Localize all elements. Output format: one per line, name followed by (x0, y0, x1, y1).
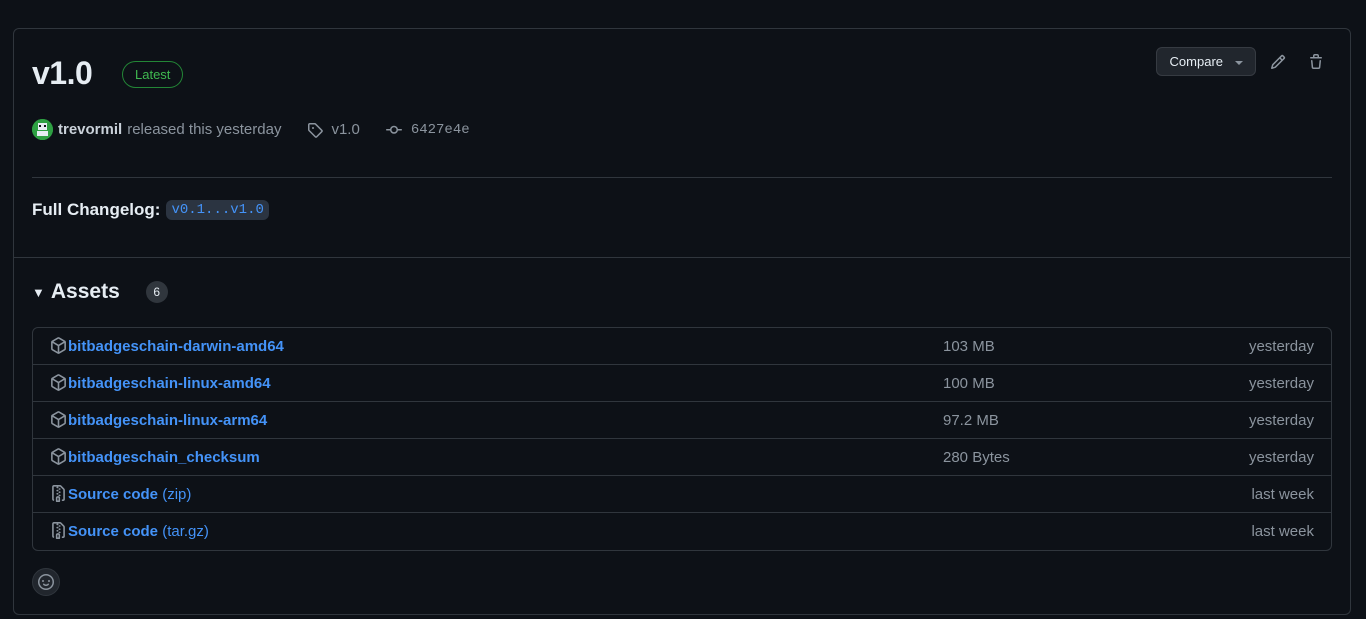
asset-link[interactable]: Source code (tar.gz) (68, 523, 209, 540)
asset-link[interactable]: bitbadgeschain-darwin-amd64 (68, 338, 284, 355)
assets-toggle[interactable]: ▼ Assets 6 (32, 280, 168, 304)
pencil-icon (1270, 54, 1286, 69)
release-actions: Compare (1155, 47, 1332, 76)
asset-format: (tar.gz) (162, 523, 209, 540)
delete-button[interactable] (1300, 47, 1332, 76)
changelog: Full Changelog: v0.1...v1.0 (32, 200, 269, 220)
asset-date: yesterday (1248, 337, 1314, 355)
package-icon (50, 374, 68, 392)
released-text: released this yesterday (127, 121, 282, 138)
edit-button[interactable] (1262, 47, 1294, 76)
changelog-label: Full Changelog (32, 200, 155, 219)
release-card: v1.0 Latest Compare trevormil released t… (13, 28, 1351, 615)
author-link[interactable]: trevormil (58, 121, 122, 138)
asset-name: Source code (68, 523, 159, 540)
tag-link[interactable]: v1.0 (307, 121, 360, 138)
add-reaction-button[interactable] (32, 568, 60, 596)
tag-icon (308, 122, 324, 138)
assets-list: bitbadgeschain-darwin-amd64 103 MB yesterd… (32, 327, 1332, 551)
asset-row: Source code (tar.gz) last week (33, 513, 1331, 550)
asset-date: last week (1251, 485, 1314, 503)
asset-size: 280 Bytes (943, 448, 1010, 466)
smiley-icon (38, 574, 54, 590)
release-meta: trevormil released this yesterday v1.0 6… (32, 119, 470, 140)
avatar[interactable] (32, 119, 53, 140)
commit-link[interactable]: 6427e4e (385, 121, 470, 138)
file-zip-icon (50, 485, 68, 503)
package-icon (50, 337, 68, 355)
asset-row: bitbadgeschain-linux-arm64 97.2 MB yesterd… (33, 402, 1331, 439)
avatar-image-icon (32, 119, 53, 140)
asset-link[interactable]: bitbadgeschain_checksum (68, 449, 260, 466)
asset-name: Source code (68, 485, 159, 503)
release-header: v1.0 Latest Compare trevormil released t… (14, 29, 1350, 258)
asset-name: bitbadgeschain-linux-arm64 (68, 411, 268, 429)
asset-size: 100 MB (943, 374, 995, 392)
release-title[interactable]: v1.0 (32, 55, 93, 92)
compare-button[interactable]: Compare (1155, 47, 1256, 76)
asset-row: bitbadgeschain-darwin-amd64 103 MB yesterd… (33, 328, 1331, 365)
asset-name: bitbadgeschain_checksum (68, 448, 260, 466)
compare-button-label: Compare (1169, 54, 1223, 69)
commit-hash: 6427e4e (410, 121, 470, 138)
asset-date: yesterday (1248, 411, 1314, 429)
package-icon (50, 411, 68, 429)
asset-date: last week (1251, 523, 1314, 540)
chevron-down-icon (1235, 60, 1243, 65)
latest-badge: Latest (122, 61, 184, 88)
asset-date: yesterday (1248, 374, 1314, 392)
git-commit-icon (385, 125, 402, 134)
asset-size: 103 MB (943, 337, 995, 355)
tag-label: v1.0 (331, 121, 360, 138)
file-zip-icon (50, 522, 68, 540)
asset-row: Source code (zip) last week (33, 476, 1331, 513)
asset-row: bitbadgeschain-linux-amd64 100 MB yesterda… (33, 365, 1331, 402)
divider (32, 177, 1332, 178)
asset-link[interactable]: Source code (zip) (68, 486, 191, 503)
asset-link[interactable]: bitbadgeschain-linux-amd64 (68, 375, 271, 392)
asset-format: (zip) (162, 485, 192, 503)
caret-down-icon: ▼ (32, 284, 45, 300)
asset-row: bitbadgeschain_checksum 280 Bytes yesterda… (33, 439, 1331, 476)
asset-name: bitbadgeschain-linux-amd64 (68, 374, 271, 392)
asset-name: bitbadgeschain-darwin-amd64 (68, 337, 284, 355)
changelog-separator: : (154, 200, 161, 219)
assets-title: Assets (50, 280, 120, 303)
trash-icon (1310, 53, 1322, 69)
asset-size: 97.2 MB (943, 411, 999, 429)
changelog-link[interactable]: v0.1...v1.0 (166, 200, 269, 220)
package-icon (50, 448, 68, 466)
asset-date: yesterday (1248, 448, 1314, 466)
asset-link[interactable]: bitbadgeschain-linux-arm64 (68, 412, 267, 429)
assets-count-badge: 6 (145, 281, 168, 303)
